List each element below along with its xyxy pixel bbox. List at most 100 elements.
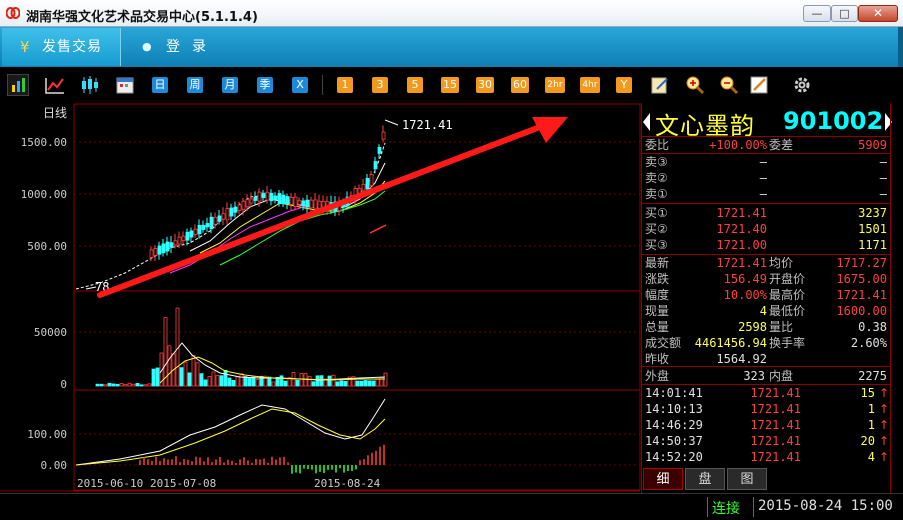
buy-level-label: 买③ — [645, 238, 668, 252]
period-day-button[interactable]: 日 — [152, 77, 168, 93]
stat-label: 总量 — [645, 320, 670, 334]
volume-bar — [331, 374, 336, 387]
minimize-icon: — — [811, 7, 823, 20]
volume-tick-0: 0 — [60, 378, 67, 391]
candle-body — [313, 199, 318, 210]
tab-order-book[interactable]: 盘 — [685, 468, 725, 490]
maximize-button[interactable]: □ — [831, 5, 858, 22]
sell-level-label: 卖③ — [645, 155, 668, 169]
pencil-icon[interactable] — [748, 74, 770, 96]
stat-value: 1564.92 — [716, 352, 767, 366]
tab-login[interactable]: ● 登录 — [138, 28, 228, 66]
tab-detail[interactable]: 细 — [643, 468, 683, 490]
candle-body — [229, 207, 234, 217]
prev-security-icon[interactable] — [643, 113, 650, 131]
waipan-value: 323 — [743, 369, 765, 383]
candle-body — [369, 174, 374, 186]
candlestick-icon[interactable] — [79, 74, 101, 96]
x-date-3: 2015-08-24 — [314, 477, 381, 490]
divider — [641, 366, 891, 367]
volume-bar — [215, 375, 220, 387]
chart-toolbar: 日 周 月 季 X 1 3 5 15 30 60 2hr 4hr Y — [0, 67, 903, 103]
status-separator — [753, 497, 754, 517]
zoom-out-icon[interactable] — [718, 74, 740, 96]
zoom-in-icon[interactable] — [684, 74, 706, 96]
tick-price: 1721.41 — [750, 402, 801, 416]
period-quarter-button[interactable]: 季 — [257, 77, 273, 93]
period-x-button[interactable]: X — [292, 77, 308, 93]
volume-bar — [283, 380, 288, 387]
sell-level-volume: — — [879, 171, 887, 185]
tab-chart[interactable]: 图 — [727, 468, 767, 490]
tick-up-arrow-icon: ↑ — [879, 418, 890, 432]
volume-bar — [119, 383, 124, 387]
quote-panel-tabs: 细 盘 图 — [641, 466, 903, 493]
price-tick-500: 500.00 — [27, 240, 67, 253]
candle-body — [297, 200, 302, 205]
status-bar: 连接 2015-08-24 15:00 — [0, 493, 903, 520]
edit-icon[interactable] — [649, 74, 671, 96]
menu-edge — [898, 27, 903, 67]
close-button[interactable]: ✕ — [858, 5, 898, 22]
volume-bar — [279, 375, 284, 387]
sell-level-volume: — — [879, 155, 887, 169]
candle-body — [225, 208, 230, 221]
settings-icon[interactable] — [791, 74, 813, 96]
volume-bar — [95, 383, 100, 387]
tick-time: 14:50:37 — [645, 434, 703, 448]
maximize-icon: □ — [839, 7, 850, 20]
app-logo-icon — [6, 7, 20, 19]
minute-60-button[interactable]: 60 — [511, 77, 529, 93]
volume-bar — [227, 377, 232, 387]
minute-15-button[interactable]: 15 — [441, 77, 459, 93]
tab-login-label: 登录 — [166, 39, 218, 55]
hour-2-button[interactable]: 2hr — [545, 77, 565, 93]
volume-bar — [327, 375, 332, 387]
stat-label: 量比 — [769, 320, 794, 334]
year-button[interactable]: Y — [616, 77, 632, 93]
tick-up-arrow-icon: ↑ — [879, 434, 890, 448]
volume-bar — [99, 383, 104, 387]
tick-up-arrow-icon: ↑ — [879, 402, 890, 416]
line-chart-icon[interactable] — [44, 74, 66, 96]
candle-body — [197, 224, 202, 235]
candle-body — [309, 199, 314, 209]
period-week-button[interactable]: 周 — [187, 77, 203, 93]
kline-chart[interactable]: 日线 1500.00 1000.00 500.00 50000 0 100.00… — [0, 103, 641, 493]
sell-level-price: — — [759, 171, 767, 185]
minute-5-button[interactable]: 5 — [407, 77, 423, 93]
yen-icon: ¥ — [20, 38, 30, 56]
volume-bar — [127, 382, 132, 387]
hour-4-button[interactable]: 4hr — [580, 77, 600, 93]
indicator-line-white — [75, 398, 386, 466]
volume-bar — [315, 375, 320, 387]
minute-1-button[interactable]: 1 — [337, 77, 353, 93]
candle-body — [165, 241, 170, 252]
buy-level-price: 1721.00 — [716, 238, 767, 252]
volume-bar — [223, 369, 228, 387]
minimize-button[interactable]: — — [803, 5, 831, 22]
candle-body — [289, 197, 294, 205]
period-month-button[interactable]: 月 — [222, 77, 238, 93]
minute-30-button[interactable]: 30 — [476, 77, 494, 93]
candle-body — [269, 192, 274, 202]
calendar-icon[interactable] — [114, 74, 136, 96]
bar-chart-icon[interactable] — [7, 74, 29, 96]
stat-label: 最新 — [645, 256, 670, 270]
stat-value: 1721.41 — [836, 288, 887, 302]
trend-arrow-annotation — [97, 117, 568, 298]
volume-bar — [311, 381, 316, 387]
candle-body — [265, 191, 270, 201]
candle-body — [193, 228, 198, 235]
neipan-value: 2275 — [858, 369, 887, 383]
tick-price: 1721.41 — [750, 434, 801, 448]
minute-3-button[interactable]: 3 — [372, 77, 388, 93]
tick-volume: 4 — [867, 450, 875, 464]
stat-label: 开盘价 — [769, 272, 806, 286]
volume-bar — [211, 371, 216, 387]
volume-bar — [219, 375, 224, 387]
tab-issue-trade[interactable]: ¥ 发售交易 — [2, 28, 121, 66]
main-menu-bar: ¥ 发售交易 ● 登录 — [0, 27, 903, 67]
sell-level-price: — — [759, 187, 767, 201]
divider — [641, 203, 891, 204]
